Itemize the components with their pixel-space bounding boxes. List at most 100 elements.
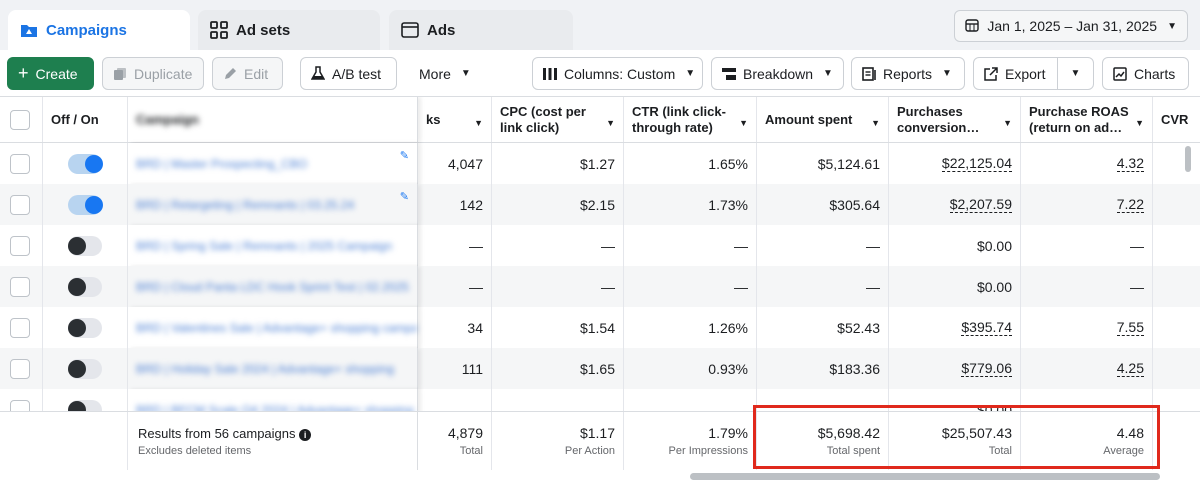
vertical-scrollbar[interactable] bbox=[1185, 146, 1191, 172]
edit-pin-icon[interactable]: ✎ bbox=[400, 149, 409, 162]
campaign-name-cell[interactable]: BRD | Retargeting | Remnants | 03.25.24 ✎ bbox=[128, 184, 418, 225]
cell-ctr-value: — bbox=[734, 237, 748, 254]
reports-button[interactable]: Reports ▼ bbox=[851, 57, 965, 90]
tab-ads[interactable]: Ads bbox=[389, 10, 573, 50]
header-purchases[interactable]: Purchases conversion… ▼ bbox=[889, 97, 1021, 142]
cell-purchases-value[interactable]: $395.74 bbox=[961, 319, 1012, 336]
cell-purchases-value[interactable]: $0.00 bbox=[977, 279, 1012, 295]
table-row[interactable]: 111 $1.65 0.93% $183.36 $779.06 4.25 BRD | Hol… bbox=[0, 348, 1200, 389]
header-purchases-label: Purchases conversion… bbox=[897, 103, 980, 135]
cell-roas-value[interactable]: — bbox=[1130, 238, 1144, 254]
campaign-name-link[interactable]: BRD | Holiday Sale 2024 | Advantage+ sho… bbox=[136, 362, 394, 376]
cell-spent: — bbox=[757, 266, 889, 307]
header-ctr[interactable]: CTR (link click-through rate) ▼ bbox=[624, 97, 757, 142]
cell-purchases: $2,207.59 bbox=[889, 184, 1021, 225]
columns-icon bbox=[543, 67, 557, 80]
campaign-name-link[interactable]: BRD | Master Prospecting_CBO bbox=[136, 157, 307, 171]
campaign-toggle[interactable] bbox=[68, 153, 103, 174]
row-checkbox[interactable] bbox=[10, 317, 30, 338]
row-checkbox[interactable] bbox=[10, 358, 30, 379]
export-dropdown-button[interactable]: ▼ bbox=[1057, 57, 1094, 90]
row-checkbox[interactable] bbox=[10, 153, 30, 174]
info-icon[interactable]: i bbox=[299, 428, 312, 441]
table-row[interactable]: 142 $2.15 1.73% $305.64 $2,207.59 7.22 BRD | R… bbox=[0, 184, 1200, 225]
campaign-name-link[interactable]: BRD | Spring Sale | Remnants | 2025 Camp… bbox=[136, 239, 392, 253]
toggle-knob bbox=[85, 154, 103, 173]
header-clicks[interactable]: ks ▼ bbox=[418, 97, 492, 142]
cell-roas: — bbox=[1021, 266, 1153, 307]
cell-roas-value[interactable]: 7.55 bbox=[1116, 319, 1144, 336]
create-button[interactable]: + Create bbox=[7, 57, 94, 90]
tab-campaigns[interactable]: Campaigns bbox=[8, 10, 190, 50]
table-row[interactable]: 4,047 $1.27 1.65% $5,124.61 $22,125.04 4.32 BR… bbox=[0, 143, 1200, 184]
more-button[interactable]: More ▼ bbox=[409, 57, 481, 90]
horizontal-scrollbar[interactable] bbox=[690, 473, 1160, 480]
cell-purchases-value[interactable]: $0.00 bbox=[977, 238, 1012, 254]
cell-purchases-value[interactable]: $779.06 bbox=[961, 360, 1012, 377]
cell-spent: $52.43 bbox=[757, 307, 889, 348]
header-cpc[interactable]: CPC (cost per link click) ▼ bbox=[492, 97, 624, 142]
breakdown-icon bbox=[722, 67, 736, 80]
date-range-label: Jan 1, 2025 – Jan 31, 2025 bbox=[987, 18, 1158, 34]
campaign-name-link[interactable]: BRD | Retargeting | Remnants | 03.25.24 bbox=[136, 198, 354, 212]
cell-roas-value[interactable]: — bbox=[1130, 279, 1144, 295]
campaign-toggle[interactable] bbox=[68, 235, 102, 256]
results-label: Results from 56 campaigns i bbox=[138, 426, 312, 441]
row-checkbox[interactable] bbox=[10, 276, 30, 297]
edit-button[interactable]: Edit bbox=[212, 57, 283, 90]
row-checkbox[interactable] bbox=[10, 194, 30, 215]
campaign-name-cell[interactable]: BRD | Holiday Sale 2024 | Advantage+ sho… bbox=[128, 348, 418, 389]
toggle-knob bbox=[68, 277, 86, 296]
cell-roas-value[interactable]: 7.22 bbox=[1116, 196, 1144, 213]
export-button[interactable]: Export bbox=[973, 57, 1058, 90]
campaign-name-cell[interactable]: BRD | Master Prospecting_CBO ✎ bbox=[128, 143, 418, 184]
campaign-toggle[interactable] bbox=[68, 358, 102, 379]
cell-cpc: $2.15 bbox=[492, 184, 624, 225]
header-roas[interactable]: Purchase ROAS (return on ad… ▼ bbox=[1021, 97, 1153, 142]
cell-spent-value: $305.64 bbox=[829, 196, 880, 213]
sort-icon: ▼ bbox=[474, 117, 483, 128]
campaign-name-cell[interactable]: BRD | Spring Sale | Remnants | 2025 Camp… bbox=[128, 225, 418, 266]
header-amount-spent[interactable]: Amount spent ▼ bbox=[757, 97, 889, 142]
campaign-name-link[interactable]: BRD | Cloud Panta LDC Hook Sprint Test |… bbox=[136, 280, 409, 294]
charts-button[interactable]: Charts bbox=[1102, 57, 1189, 90]
grid-icon bbox=[210, 21, 228, 39]
cell-spent-value: $5,124.61 bbox=[817, 155, 880, 172]
table-row[interactable]: — — — — $0.00 — BRD | Cloud Panta LDC Hook Spr… bbox=[0, 266, 1200, 307]
select-all-checkbox[interactable] bbox=[10, 109, 30, 130]
toggle-knob bbox=[68, 236, 86, 255]
cell-purchases-value[interactable]: $22,125.04 bbox=[941, 155, 1012, 172]
header-cvr[interactable]: CVR bbox=[1153, 97, 1200, 142]
cell-purchases-value[interactable]: $2,207.59 bbox=[949, 196, 1012, 213]
tab-ad-sets[interactable]: Ad sets bbox=[198, 10, 380, 50]
header-off-on[interactable]: Off / On bbox=[43, 97, 128, 142]
date-range-picker[interactable]: Jan 1, 2025 – Jan 31, 2025 ▼ bbox=[954, 10, 1188, 42]
cell-spent: $183.36 bbox=[757, 348, 889, 389]
breakdown-button[interactable]: Breakdown ▼ bbox=[711, 57, 844, 90]
edit-pin-icon[interactable]: ✎ bbox=[400, 190, 409, 203]
level-tabs: Campaigns Ad sets Ads Jan 1, 2025 – Jan … bbox=[0, 0, 1200, 50]
campaign-toggle[interactable] bbox=[68, 276, 102, 297]
table-row[interactable]: — — — — $0.00 — BRD | Spring Sale | Remnants |… bbox=[0, 225, 1200, 266]
ab-test-label: A/B test bbox=[332, 65, 382, 82]
campaign-toggle[interactable] bbox=[68, 317, 102, 338]
chevron-down-icon: ▼ bbox=[823, 68, 833, 79]
cell-purchases: $0.00 bbox=[889, 266, 1021, 307]
campaign-name-cell[interactable]: BRD | Cloud Panta LDC Hook Sprint Test |… bbox=[128, 266, 418, 307]
row-checkbox[interactable] bbox=[10, 235, 30, 256]
duplicate-button[interactable]: Duplicate bbox=[102, 57, 204, 90]
cell-spent: $305.64 bbox=[757, 184, 889, 225]
cell-clicks: 142 bbox=[418, 184, 492, 225]
header-campaign[interactable]: Campaign bbox=[128, 97, 418, 142]
campaign-name-cell[interactable]: BRD | Valentines Sale | Advantage+ shopp… bbox=[128, 307, 418, 348]
cell-purchases: $779.06 bbox=[889, 348, 1021, 389]
campaign-toggle[interactable] bbox=[68, 194, 103, 215]
cell-roas-value[interactable]: 4.32 bbox=[1116, 155, 1144, 172]
header-roas-label: Purchase ROAS (return on ad… bbox=[1029, 103, 1129, 135]
ab-test-button[interactable]: A/B test bbox=[300, 57, 397, 90]
campaign-name-link[interactable]: BRD | Valentines Sale | Advantage+ shopp… bbox=[136, 321, 417, 335]
columns-button[interactable]: Columns: Custom ▼ bbox=[532, 57, 703, 90]
cell-roas-value[interactable]: 4.25 bbox=[1116, 360, 1144, 377]
table-row[interactable]: 34 $1.54 1.26% $52.43 $395.74 7.55 BRD | Valen… bbox=[0, 307, 1200, 348]
breakdown-label: Breakdown bbox=[743, 65, 814, 82]
